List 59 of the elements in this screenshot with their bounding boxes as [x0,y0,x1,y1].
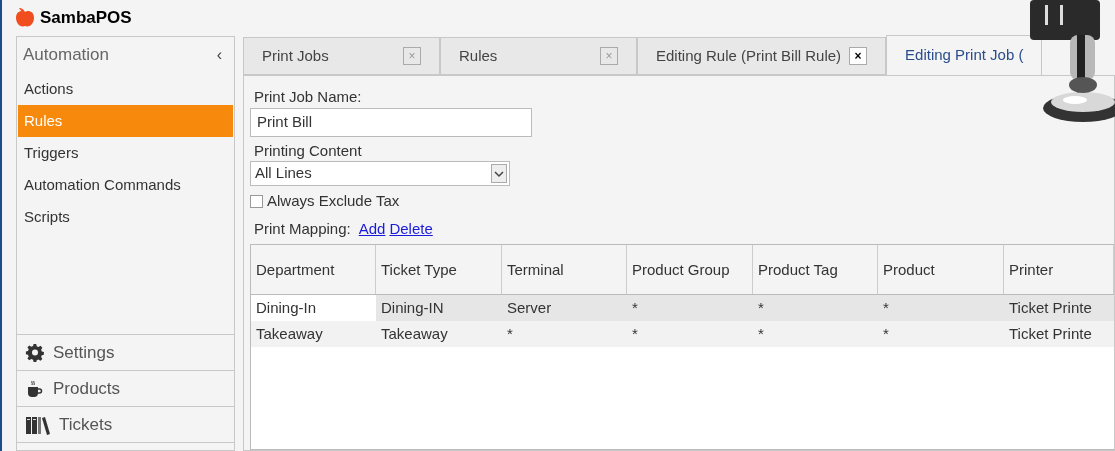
nav-section[interactable]: Tickets [17,406,234,442]
table-cell-text: Takeaway [380,323,449,344]
column-header[interactable]: Product Group [627,245,753,294]
mapping-link[interactable]: Delete [389,217,433,241]
mapping-link[interactable]: Add [358,217,386,241]
sidebar-item[interactable]: Triggers [18,137,233,169]
column-header[interactable]: Printer [1004,245,1114,294]
column-header[interactable]: Product [878,245,1004,294]
table-cell-text: Ticket Printe [1008,297,1093,318]
table-row[interactable]: Takeaway Takeaway * * * * Ticket Printe [251,321,1114,347]
table-cell-text: * [631,297,639,318]
tab-label: Rules [459,45,498,66]
column-header[interactable]: Ticket Type [376,245,502,294]
sidebar-item[interactable]: Actions [18,73,233,105]
gear-icon [25,342,45,363]
nav-section[interactable]: Settings [17,334,234,370]
column-header[interactable]: Product Tag [753,245,878,294]
chevron-down-icon [491,164,507,183]
table-cell-text: Ticket Printe [1008,323,1093,344]
table-cell-text: Takeaway [255,323,324,344]
tab[interactable]: Rules × [440,37,637,75]
nav-section-label: Tickets [59,413,113,436]
name-input[interactable]: Print Bill [250,108,532,137]
table-cell-text: * [882,323,890,344]
table-cell-text: * [757,297,765,318]
tab[interactable]: Editing Print Job ( [886,35,1043,75]
field-label: Print Mapping: [254,218,351,239]
nav-section-label: Products [53,377,121,400]
column-header[interactable]: Department [251,245,376,294]
tab[interactable]: Editing Rule (Print Bill Rule) × [637,37,887,75]
books-icon [25,414,51,435]
table-cell-text: Dining-IN [380,297,445,318]
checkbox-label: Always Exclude Tax [267,190,400,211]
tab-label: Editing Print Job ( [905,45,1024,66]
checkbox[interactable] [250,194,263,208]
table-cell-text: * [506,323,514,344]
nav-section-label: Settings [53,341,115,364]
apple-logo-icon [14,7,36,29]
tab-label: Print Jobs [262,45,329,66]
tab[interactable]: Print Jobs × [243,37,440,75]
sidebar-item[interactable]: Scripts [18,201,233,233]
sidebar-header: Automation [23,44,109,67]
field-label: Print Job Name: [253,87,363,107]
table-cell-text: * [631,323,639,344]
content-dropdown[interactable]: All Lines [250,161,510,186]
table-cell-text: Server [506,297,553,318]
column-header[interactable]: Terminal [502,245,627,294]
table-row[interactable]: Dining-In Dining-IN Server * * * Ticket Printe [251,295,1114,321]
cup-icon [25,378,45,399]
tab-label: Editing Rule (Print Bill Rule) [656,45,842,66]
field-label: Printing Content [253,141,363,161]
table-cell: Dining-In [251,295,376,321]
collapse-button[interactable]: ‹ [216,43,222,67]
table-cell-text: * [757,323,765,344]
sidebar-item[interactable]: Automation Commands [18,169,233,201]
app-title: SambaPOS [40,7,132,30]
nav-section[interactable]: Products [17,370,234,406]
table-cell-text: * [882,297,890,318]
close-tab-button[interactable]: × [849,47,868,65]
